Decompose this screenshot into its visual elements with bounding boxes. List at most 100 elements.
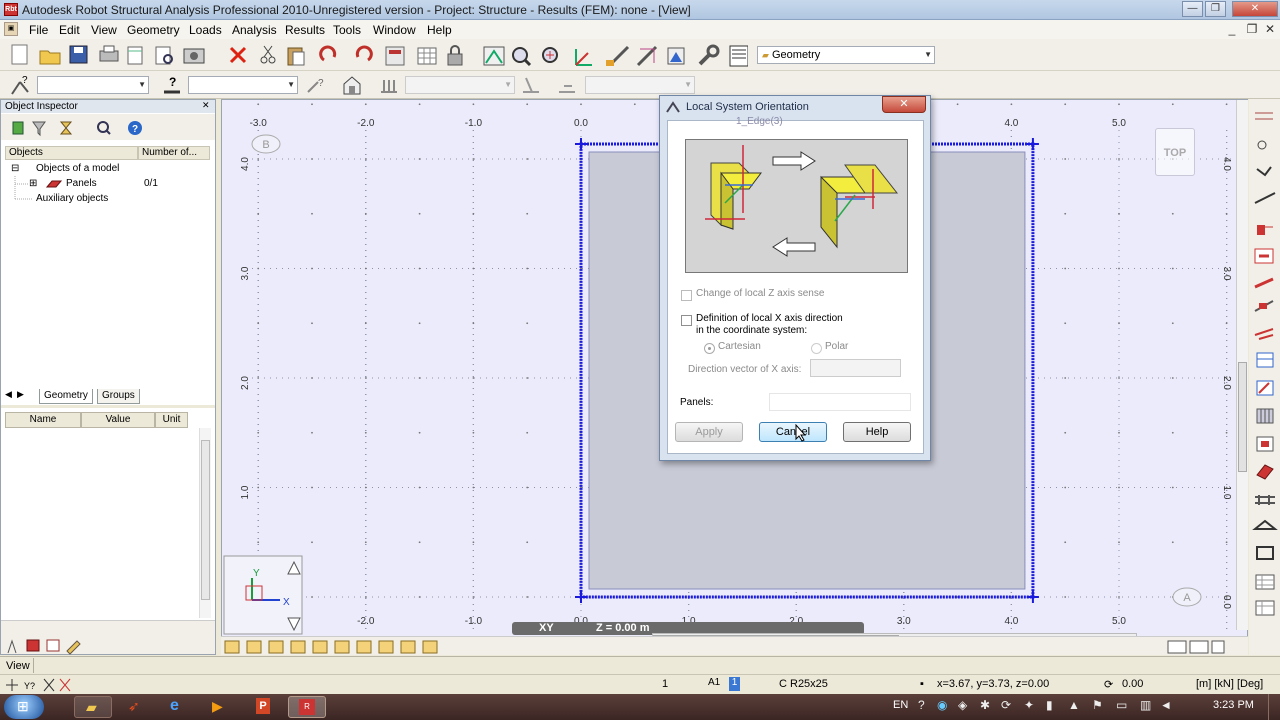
bar-query-icon[interactable]: ? — [160, 74, 186, 96]
tab-scroll-left-icon[interactable]: ◀ — [5, 389, 12, 400]
show-desktop-button[interactable] — [1268, 694, 1280, 720]
help-tray-icon[interactable]: ? — [918, 698, 925, 712]
bar-selection-input[interactable]: ▼ — [188, 76, 298, 94]
cancel-button[interactable]: Cancel — [759, 422, 827, 442]
menu-analysis[interactable]: Analysis — [232, 23, 277, 37]
close-button[interactable]: ✕ — [1232, 1, 1278, 17]
taskbar-media[interactable]: ▶ — [200, 696, 238, 718]
filter-icon — [32, 121, 46, 137]
start-button[interactable]: ⊞ — [4, 695, 44, 719]
solid-icon — [1256, 464, 1274, 480]
load-case-select[interactable]: ▼ — [405, 76, 515, 94]
z-level-label[interactable]: Z = 0.00 m — [596, 622, 650, 634]
close-icon[interactable]: ✕ — [202, 100, 210, 111]
status-icons[interactable]: Y? — [4, 677, 74, 693]
inspector-bottom-icons[interactable] — [5, 637, 95, 655]
node-query-icon[interactable]: ? — [8, 74, 34, 96]
power-tray-icon[interactable]: ▮ — [1046, 698, 1053, 712]
mdi-restore-button[interactable]: ❐ — [1244, 22, 1260, 36]
object-inspector-toolbar: ? — [1, 114, 215, 140]
cartesian-radio[interactable] — [704, 343, 715, 354]
mdi-close-button[interactable]: ✕ — [1262, 22, 1278, 36]
grid-dot — [311, 486, 313, 489]
rotation-icon[interactable]: ⟳ — [1104, 678, 1113, 691]
tree-item-objects[interactable]: Objects of a model — [36, 163, 119, 174]
right-tool-icons[interactable] — [1249, 99, 1280, 655]
taskbar-explorer[interactable]: ▰ — [74, 696, 112, 718]
clock[interactable]: 3:23 PM — [1213, 699, 1254, 711]
app-tray-icon[interactable]: ◈ — [958, 698, 967, 712]
apply-button[interactable]: Apply — [675, 422, 743, 442]
menu-loads[interactable]: Loads — [189, 23, 222, 37]
prop-column-name[interactable]: Name — [5, 412, 81, 428]
security-tray-icon[interactable]: ✦ — [1024, 698, 1034, 712]
tab-geometry[interactable]: Geometry — [39, 389, 93, 404]
material-icon[interactable]: A1 — [708, 677, 720, 688]
grid-dot — [1064, 431, 1067, 434]
tab-scroll-right-icon[interactable]: ▶ — [17, 389, 24, 400]
layout-select[interactable]: ▰ Geometry ▼ — [757, 46, 935, 64]
minimize-button[interactable]: — — [1182, 1, 1203, 17]
taskbar-ie[interactable]: e — [158, 696, 196, 718]
panels-input[interactable] — [769, 393, 911, 411]
column-number[interactable]: Number of... — [138, 146, 210, 160]
prop-column-value[interactable]: Value — [81, 412, 155, 428]
doc-icon[interactable]: ▣ — [4, 22, 18, 36]
restore-button[interactable]: ❐ — [1205, 1, 1226, 17]
tree-item-panels[interactable]: Panels — [66, 178, 97, 189]
plane-label[interactable]: XY — [539, 622, 554, 634]
flag-tray-icon[interactable]: ⚑ — [1092, 698, 1103, 712]
tab-groups[interactable]: Groups — [97, 389, 140, 404]
taskbar-ppt[interactable]: P — [244, 696, 282, 718]
prop-column-unit[interactable]: Unit — [155, 412, 188, 428]
grid-dot — [472, 431, 475, 434]
polar-radio[interactable] — [811, 343, 822, 354]
case-query-icon[interactable]: ? — [304, 74, 330, 96]
mode-icon[interactable] — [520, 74, 542, 96]
menu-tools[interactable]: Tools — [333, 23, 361, 37]
splitter[interactable] — [1, 405, 215, 408]
grid-dot — [1225, 103, 1228, 106]
house-icon[interactable] — [341, 74, 363, 96]
z-sense-checkbox[interactable] — [681, 290, 692, 301]
menu-file[interactable]: File — [29, 23, 48, 37]
update-tray-icon[interactable]: ⟳ — [1001, 698, 1011, 712]
menu-help[interactable]: Help — [427, 23, 452, 37]
taskbar-app2[interactable]: ➶ — [116, 696, 154, 718]
network-signal-icon[interactable]: ▥ — [1140, 698, 1151, 712]
grid-dot — [956, 103, 959, 106]
taskbar-robot[interactable]: R — [288, 696, 326, 718]
dialog-close-button[interactable]: ✕ — [882, 96, 926, 113]
menu-geometry[interactable]: Geometry — [127, 23, 180, 37]
view-right-icons[interactable] — [1166, 638, 1226, 656]
scrollbar-thumb[interactable] — [201, 440, 210, 600]
monitor-tray-icon[interactable]: ▭ — [1116, 698, 1127, 712]
material-badge-icon[interactable]: 1 — [729, 677, 740, 691]
tree-item-auxiliary[interactable]: Auxiliary objects — [36, 193, 108, 204]
mdi-minimize-button[interactable]: _ — [1224, 22, 1240, 36]
language-indicator[interactable]: EN — [893, 699, 908, 711]
settings-tray-icon[interactable]: ✱ — [980, 698, 990, 712]
menu-results[interactable]: Results — [285, 23, 325, 37]
help-button[interactable]: Help — [843, 422, 911, 442]
scrollbar-thumb[interactable] — [1238, 362, 1247, 472]
network-tray-icon[interactable]: ◉ — [937, 698, 947, 712]
tray-expand-icon[interactable]: ▲ — [1068, 698, 1080, 712]
volume-icon[interactable]: ◄ — [1160, 698, 1172, 712]
viewcube[interactable]: TOP — [1155, 128, 1195, 176]
component-icon[interactable] — [556, 74, 578, 96]
units-label[interactable]: [m] [kN] [Deg] — [1196, 678, 1263, 690]
menu-edit[interactable]: Edit — [59, 23, 80, 37]
properties-scrollbar[interactable] — [199, 428, 211, 618]
load-case-icon[interactable] — [378, 74, 400, 96]
column-objects[interactable]: Objects — [5, 146, 138, 160]
component-select[interactable]: ▼ — [585, 76, 695, 94]
menu-view[interactable]: View — [91, 23, 117, 37]
x-definition-checkbox[interactable] — [681, 315, 692, 326]
view-vertical-scrollbar[interactable] — [1236, 100, 1248, 630]
inspector-tool-icons[interactable]: ? — [11, 119, 151, 137]
direction-vector-input[interactable] — [810, 359, 901, 377]
menu-window[interactable]: Window — [373, 23, 416, 37]
view-bottom-icons[interactable] — [223, 638, 453, 656]
node-selection-input[interactable]: ▼ — [37, 76, 149, 94]
